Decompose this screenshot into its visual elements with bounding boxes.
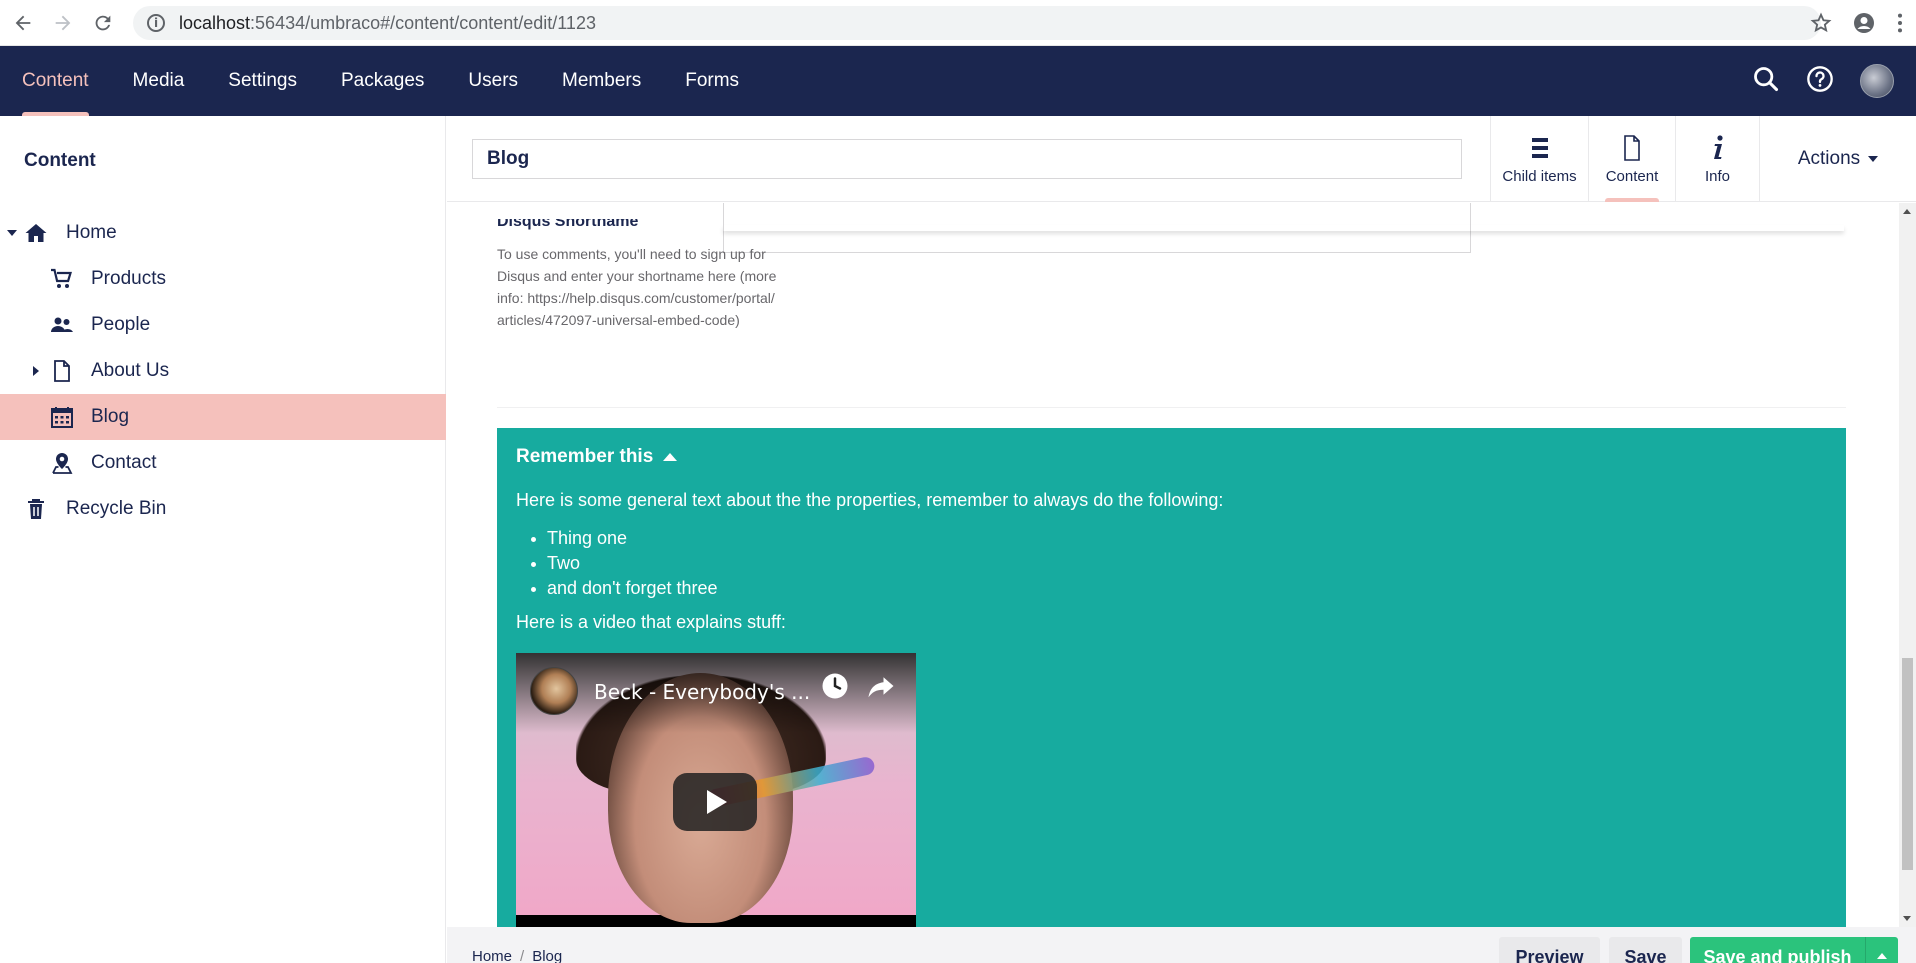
editor-header: Blog Child items Content Info Actions [447,116,1916,202]
breadcrumb-item-home[interactable]: Home [472,948,512,963]
expand-caret-icon[interactable] [7,230,17,236]
property-divider [497,407,1846,408]
section-members[interactable]: Members [540,46,663,116]
video-title[interactable]: Beck - Everybody's ... [594,680,810,704]
chevron-up-icon [663,453,678,461]
watch-later-icon[interactable] [820,671,850,706]
tree-item-label: Blog [91,406,130,427]
bookmark-star-icon[interactable] [1810,12,1832,39]
publish-options-button[interactable] [1865,937,1898,963]
tree-item-label: People [91,314,151,335]
calendar-icon [50,405,74,429]
content-tree: Home Products People About Us Blog Conta… [0,210,446,532]
editor-content-area: Disqus Shortname To use comments, you'll… [447,203,1899,927]
document-icon [50,359,74,383]
scroll-down-icon[interactable] [1903,916,1911,921]
info-icon [1713,135,1723,159]
tree-item-about-us[interactable]: About Us [0,348,446,394]
forward-icon[interactable] [46,6,80,40]
remember-this-panel: Remember this Here is some general text … [497,428,1846,927]
browser-toolbar: i localhost:56434/umbraco#/content/conte… [0,0,1916,46]
note-list: Thing one Two and don't forget three [516,526,718,601]
map-pin-icon [50,451,74,475]
note-title: Remember this [516,446,654,467]
users-icon [50,313,74,337]
url-host: localhost [179,12,251,33]
content-name-input[interactable]: Blog [472,139,1462,179]
tab-label: Info [1704,168,1731,185]
breadcrumb: Home / Blog [472,948,562,963]
list-icon [1531,138,1548,158]
play-button[interactable] [673,773,757,831]
scroll-up-icon[interactable] [1903,209,1911,214]
save-and-publish-button[interactable]: Save and publish [1690,937,1865,963]
help-icon[interactable] [1806,65,1834,98]
reload-icon[interactable] [86,6,120,40]
actions-label: Actions [1797,148,1861,169]
url-path: :56434/umbraco#/content/content/edit/112… [250,12,596,33]
sidebar-title: Content [24,150,96,171]
share-icon[interactable] [866,671,896,706]
tree-item-label: Products [91,268,166,289]
tree-item-people[interactable]: People [0,302,446,348]
app-header: Content Media Settings Packages Users Me… [0,46,1916,116]
search-icon[interactable] [1752,65,1780,98]
list-item: Thing one [516,526,718,551]
save-button[interactable]: Save [1609,937,1682,963]
actions-menu-button[interactable]: Actions [1759,116,1916,202]
address-bar[interactable]: i localhost:56434/umbraco#/content/conte… [133,6,1821,40]
breadcrumb-item-blog[interactable]: Blog [532,948,562,963]
scrollbar-thumb[interactable] [1902,658,1913,870]
section-media[interactable]: Media [111,46,207,116]
editor-scrollbar[interactable] [1899,203,1916,927]
video-intro: Here is a video that explains stuff: [516,612,786,632]
note-toggle[interactable]: Remember this [516,446,678,468]
chevron-down-icon [1868,156,1879,162]
embedded-video[interactable]: Beck - Everybody's ... [516,653,916,927]
tree-item-blog[interactable]: Blog [0,394,446,440]
trash-icon [24,497,48,521]
tab-child-items[interactable]: Child items [1490,116,1588,202]
tree-item-label: Home [66,222,117,243]
play-icon [707,790,727,814]
channel-avatar[interactable] [530,667,578,715]
tree-item-label: Recycle Bin [66,498,167,519]
tree-item-products[interactable]: Products [0,256,446,302]
section-settings[interactable]: Settings [206,46,319,116]
tab-label: Content [1605,168,1659,185]
property-label: Disqus Shortname [497,213,639,230]
preview-button[interactable]: Preview [1499,937,1600,963]
expand-caret-icon[interactable] [33,366,39,376]
tab-info[interactable]: Info [1675,116,1759,202]
section-users[interactable]: Users [446,46,540,116]
tree-item-recycle-bin[interactable]: Recycle Bin [0,486,446,532]
tree-item-label: About Us [91,360,170,381]
browser-menu-icon[interactable] [1896,12,1904,39]
back-icon[interactable] [6,6,40,40]
property-description: To use comments, you'll need to sign up … [497,246,777,328]
breadcrumb-separator: / [520,948,525,963]
list-item: and don't forget three [516,576,718,601]
user-avatar[interactable] [1860,64,1894,98]
chevron-up-icon [1877,953,1887,959]
document-icon [1624,135,1640,161]
home-icon [24,221,48,245]
note-intro: Here is some general text about the the … [516,490,1224,510]
header-shadow [723,225,1844,231]
tree-item-home[interactable]: Home [0,210,446,256]
tree-item-contact[interactable]: Contact [0,440,446,486]
list-item: Two [516,551,718,576]
tab-label: Child items [1502,168,1577,185]
shopping-cart-icon [50,267,74,291]
editor-footer: Home / Blog Preview Save Save and publis… [447,927,1916,963]
section-packages[interactable]: Packages [319,46,446,116]
tree-item-label: Contact [91,452,157,473]
content-tree-sidebar: Content Home Products People About Us Bl… [0,116,446,963]
profile-icon[interactable] [1852,11,1876,40]
site-info-icon[interactable]: i [147,14,165,32]
section-forms[interactable]: Forms [663,46,761,116]
section-content[interactable]: Content [0,46,111,116]
tab-content[interactable]: Content [1588,116,1675,202]
